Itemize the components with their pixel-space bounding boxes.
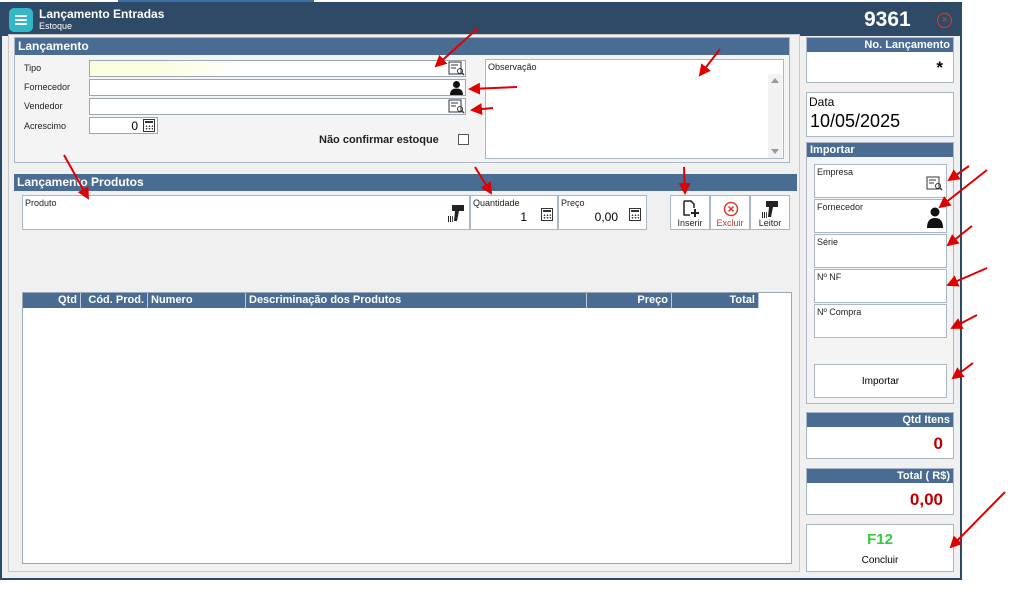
concluir-label: Concluir bbox=[861, 555, 899, 566]
preco-value: 0,00 bbox=[594, 210, 618, 224]
vendedor-field[interactable] bbox=[89, 98, 466, 115]
no-lancamento-value: * bbox=[936, 58, 943, 77]
barcode-scanner-icon bbox=[762, 201, 778, 218]
qtd-itens-label: Qtd Itens bbox=[807, 413, 953, 427]
vendedor-label: Vendedor bbox=[24, 101, 63, 111]
title-bar: Lançamento Entradas Estoque 9361 × bbox=[2, 2, 962, 36]
compra-label: Nº Compra bbox=[817, 307, 862, 317]
close-icon[interactable]: × bbox=[937, 13, 952, 28]
fornecedor-field[interactable] bbox=[89, 79, 466, 96]
no-lancamento-box: No. Lançamento * bbox=[806, 37, 954, 83]
person-icon[interactable] bbox=[926, 206, 944, 228]
quantidade-value: 1 bbox=[520, 210, 527, 224]
observacao-scrollbar[interactable] bbox=[768, 74, 782, 158]
column-header-descriminacao[interactable]: Descriminação dos Produtos bbox=[246, 293, 587, 308]
acrescimo-value: 0 bbox=[131, 119, 138, 133]
column-header-preco[interactable]: Preço bbox=[587, 293, 672, 308]
inserir-label: Inserir bbox=[677, 218, 703, 228]
empresa-label: Empresa bbox=[817, 167, 854, 177]
produtos-table[interactable]: Qtd Cód. Prod. Numero Descriminação dos … bbox=[22, 292, 792, 564]
tipo-field[interactable] bbox=[89, 60, 466, 77]
data-label: Data bbox=[809, 95, 835, 109]
compra-field[interactable]: Nº Compra bbox=[814, 304, 947, 338]
observacao-textarea[interactable]: Observação bbox=[485, 59, 784, 159]
quantidade-label: Quantidade bbox=[473, 198, 520, 208]
serie-label: Série bbox=[817, 237, 839, 247]
tipo-label: Tipo bbox=[24, 63, 42, 73]
serie-field[interactable]: Série bbox=[814, 234, 947, 268]
add-document-icon bbox=[683, 200, 699, 217]
delete-circle-icon bbox=[723, 201, 739, 217]
f12-shortcut-icon: F12 bbox=[867, 531, 893, 548]
table-header-row: Qtd Cód. Prod. Numero Descriminação dos … bbox=[23, 293, 759, 308]
lancamento-header: Lançamento bbox=[15, 38, 789, 55]
preco-label: Preço bbox=[561, 198, 585, 208]
search-list-icon[interactable] bbox=[448, 61, 465, 76]
qtd-itens-value: 0 bbox=[933, 434, 943, 453]
preco-field[interactable]: Preço 0,00 bbox=[558, 195, 647, 230]
window-subtitle: Estoque bbox=[39, 21, 73, 31]
nf-field[interactable]: Nº NF bbox=[814, 269, 947, 303]
importar-button-label: Importar bbox=[861, 376, 900, 387]
quantidade-field[interactable]: Quantidade 1 bbox=[470, 195, 558, 230]
concluir-button[interactable]: F12 Concluir bbox=[806, 524, 954, 572]
search-list-icon[interactable] bbox=[448, 99, 465, 114]
observacao-label: Observação bbox=[488, 62, 537, 72]
app-root: Lançamento Entradas Estoque 9361 × Lança… bbox=[0, 0, 1014, 611]
leitor-button[interactable]: Leitor bbox=[750, 195, 790, 230]
data-box[interactable]: Data 10/05/2025 bbox=[806, 92, 954, 137]
no-lancamento-label: No. Lançamento bbox=[807, 38, 953, 52]
nf-label: Nº NF bbox=[817, 272, 842, 282]
person-icon[interactable] bbox=[449, 80, 464, 95]
search-list-icon[interactable] bbox=[926, 176, 943, 191]
importar-fornecedor-label: Fornecedor bbox=[817, 202, 864, 212]
inserir-button[interactable]: Inserir bbox=[670, 195, 710, 230]
importar-header: Importar bbox=[807, 143, 953, 157]
nao-confirmar-estoque-label: Não confirmar estoque bbox=[319, 134, 439, 146]
acrescimo-label: Acrescimo bbox=[24, 121, 67, 131]
qtd-itens-box: Qtd Itens 0 bbox=[806, 412, 954, 459]
importar-button[interactable]: Importar bbox=[814, 364, 947, 398]
calculator-icon[interactable] bbox=[541, 208, 553, 221]
window-title: Lançamento Entradas bbox=[39, 7, 165, 21]
column-header-qtd[interactable]: Qtd bbox=[23, 293, 81, 308]
scroll-down-icon[interactable] bbox=[771, 149, 779, 154]
total-label: Total ( R$) bbox=[807, 469, 953, 483]
column-header-cod-prod[interactable]: Cód. Prod. bbox=[81, 293, 148, 308]
entry-number: 9361 bbox=[864, 8, 911, 31]
leitor-label: Leitor bbox=[758, 218, 782, 228]
importar-fornecedor-field[interactable]: Fornecedor bbox=[814, 199, 947, 233]
lancamento-produtos-header: Lançamento Produtos bbox=[14, 174, 797, 191]
produto-field[interactable]: Produto bbox=[22, 195, 470, 230]
excluir-label: Excluir bbox=[716, 218, 744, 228]
empresa-field[interactable]: Empresa bbox=[814, 164, 947, 198]
scroll-up-icon[interactable] bbox=[771, 78, 779, 83]
total-value: 0,00 bbox=[909, 490, 943, 509]
nao-confirmar-estoque-checkbox[interactable] bbox=[458, 134, 469, 145]
excluir-button[interactable]: Excluir bbox=[710, 195, 750, 230]
calculator-icon[interactable] bbox=[629, 208, 641, 221]
column-header-numero[interactable]: Numero bbox=[148, 293, 246, 308]
total-box: Total ( R$) 0,00 bbox=[806, 468, 954, 515]
app-logo-icon bbox=[9, 8, 33, 32]
produto-label: Produto bbox=[25, 198, 57, 208]
data-value: 10/05/2025 bbox=[810, 111, 901, 131]
column-header-total[interactable]: Total bbox=[672, 293, 759, 308]
fornecedor-label: Fornecedor bbox=[24, 82, 71, 92]
barcode-scanner-icon[interactable] bbox=[447, 203, 467, 223]
calculator-icon[interactable] bbox=[143, 119, 155, 132]
